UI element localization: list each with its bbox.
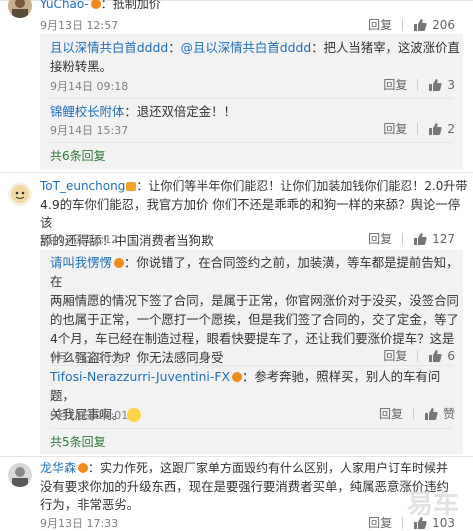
mention-link[interactable]: @且以深情共白首dddd	[181, 40, 312, 55]
vip-badge-icon	[78, 463, 89, 473]
comment-text: ：让你们等半年你们能忍！让你们加装加钱你们能忍！2.0升带	[136, 179, 468, 193]
timestamp: 9月13日 11:12	[40, 233, 119, 246]
like-button[interactable]: 6	[428, 349, 455, 363]
reply-line: 4个月，车已经在制造过程，眼看快要提车了，还让我们要涨价提车？这是	[50, 331, 455, 346]
reply-button[interactable]: 回复	[383, 347, 407, 364]
thumb-up-icon	[414, 18, 427, 31]
reply-actions: 回复 赞	[379, 405, 455, 422]
comment-actions: 回复 206	[368, 16, 455, 33]
comment-2: ToT_eunchong ：让你们等半年你们能忍！让你们加装加钱你们能忍！2.0升…	[0, 172, 473, 456]
reply-divider	[50, 98, 453, 99]
reply-timestamp: 9月14日 09:18	[50, 80, 129, 93]
emoji-icon	[127, 408, 142, 422]
thumb-up-icon	[429, 122, 443, 135]
colon: ：	[168, 40, 181, 55]
reply-username[interactable]: Tifosi-Nerazzurri-Juventini-FX	[50, 369, 230, 384]
reply-actions: 回复 3	[383, 76, 455, 93]
view-more-replies[interactable]: 共6条回复	[50, 147, 106, 164]
comment-header: ToT_eunchong ：让你们等半年你们能忍！让你们加装加钱你们能忍！2.0升…	[40, 178, 467, 195]
reply-item: Tifosi-Nerazzurri-Juventini-FX ：参考奔驰，照样买，…	[50, 367, 463, 424]
like-count: 赞	[442, 407, 455, 421]
divider	[402, 232, 404, 245]
reply-username[interactable]: 锦鲤校长附体	[50, 104, 124, 119]
like-button[interactable]: 127	[413, 232, 455, 246]
like-button[interactable]: 赞	[424, 405, 455, 422]
reply-item: 锦鲤校长附体：退还双倍定金！！ 9月14日 15:37 回复 2	[50, 102, 463, 137]
comment-line: 没有要求你加的升级东西，现在是要强行要消费者买单，纯属恶意涨价违约	[40, 479, 449, 494]
reply-button[interactable]: 回复	[368, 230, 392, 247]
avatar[interactable]	[8, 0, 32, 18]
reply-timestamp: 9月15日 08:09	[50, 351, 129, 364]
comment-header: 龙华森 ：实力作死，这跟厂家单方面毁约有什么区别，人家用户订车时候并	[40, 460, 448, 477]
avatar[interactable]	[8, 463, 32, 487]
divider	[402, 516, 404, 529]
thumb-up-icon	[424, 407, 438, 420]
reply-line: 两厢情愿的情况下签了合同，是属于正常，你官网涨价对于没买，没签合同	[50, 293, 459, 308]
divider	[412, 407, 414, 420]
timestamp: 9月13日 17:33	[40, 517, 119, 530]
reply-button[interactable]: 回复	[379, 405, 403, 422]
reply-line: 的也属于正常，一个愿打一个愿挨，但是我们签了合同的，交了定金，等了	[50, 312, 459, 327]
comment-text: ：抵制加价	[100, 0, 161, 11]
watermark: 易车	[406, 490, 459, 520]
divider	[417, 349, 419, 362]
username[interactable]: 龙华森	[40, 461, 76, 475]
divider	[417, 122, 419, 135]
reply-content: 且以深情共白首dddd：@且以深情共白首dddd：把人当猪宰，这波涨价直接粉转黑…	[50, 38, 463, 76]
reply-list: 且以深情共白首dddd：@且以深情共白首dddd：把人当猪宰，这波涨价直接粉转黑…	[40, 34, 463, 170]
timestamp: 9月13日 12:57	[40, 19, 119, 32]
like-count: 2	[447, 121, 455, 136]
reply-button[interactable]: 回复	[368, 16, 392, 33]
like-button[interactable]: 3	[428, 78, 455, 92]
avatar[interactable]	[8, 182, 32, 206]
reply-actions: 回复 6	[383, 347, 455, 364]
comment-1: YuChao- ：抵制加价 9月13日 12:57 回复 206 且以深情共白首d…	[0, 0, 473, 170]
reply-button[interactable]: 回复	[383, 120, 407, 137]
reply-divider	[50, 365, 453, 366]
comment-line: 4.9的车你们能忍，我官方加价 你们不还是乖乖的和狗一样的来舔？舆论一停该	[40, 197, 461, 230]
view-more-replies[interactable]: 共5条回复	[50, 433, 106, 450]
divider	[417, 78, 419, 91]
reply-button[interactable]: 回复	[368, 514, 392, 531]
vip-badge-icon	[231, 372, 242, 382]
like-button[interactable]: 2	[428, 122, 455, 136]
reply-timestamp: 9月14日 10:01	[50, 409, 129, 422]
reply-timestamp: 9月14日 15:37	[50, 124, 129, 137]
thumb-up-icon	[414, 232, 427, 245]
comment-header: YuChao- ：抵制加价	[40, 0, 161, 13]
divider	[402, 18, 404, 31]
vip-badge-icon	[126, 182, 137, 191]
reply-item: 且以深情共白首dddd：@且以深情共白首dddd：把人当猪宰，这波涨价直接粉转黑…	[50, 38, 463, 93]
comment-line: 行为，非常恶劣。	[40, 497, 140, 512]
reply-actions: 回复 2	[383, 120, 455, 137]
thumb-up-icon	[429, 78, 443, 91]
vip-badge-icon	[90, 0, 101, 9]
reply-divider	[50, 142, 453, 143]
vip-badge-icon	[113, 258, 124, 268]
reply-button[interactable]: 回复	[383, 76, 407, 93]
reply-list: 请叫我愣愣 ：你说错了，在合同签约之前，加装潢，等车都是提前告知，在 两厢情愿的情…	[40, 250, 463, 454]
reply-item: 请叫我愣愣 ：你说错了，在合同签约之前，加装潢，等车都是提前告知，在 两厢情愿的情…	[50, 253, 463, 367]
like-button[interactable]: 206	[413, 18, 455, 32]
like-count: 127	[432, 231, 455, 246]
comment-text: ：实力作死，这跟厂家单方面毁约有什么区别，人家用户订车时候并	[88, 461, 449, 475]
reply-username[interactable]: 且以深情共白首dddd	[50, 40, 168, 55]
thumb-up-icon	[429, 349, 443, 362]
reply-text: ：退还双倍定金！！	[124, 104, 236, 119]
comment-3: 龙华森 ：实力作死，这跟厂家单方面毁约有什么区别，人家用户订车时候并 没有要求你加…	[0, 456, 473, 531]
username[interactable]: ToT_eunchong	[40, 179, 125, 193]
like-count: 206	[432, 17, 455, 32]
reply-divider	[50, 428, 453, 429]
like-count: 6	[447, 348, 455, 363]
username[interactable]: YuChao-	[40, 0, 89, 11]
reply-username[interactable]: 请叫我愣愣	[50, 255, 112, 270]
comment-text: 没有要求你加的升级东西，现在是要强行要消费者买单，纯属恶意涨价违约 行为，非常恶…	[40, 478, 461, 514]
comment-actions: 回复 127	[368, 230, 455, 247]
reply-content: 锦鲤校长附体：退还双倍定金！！	[50, 102, 463, 121]
like-count: 3	[447, 77, 455, 92]
